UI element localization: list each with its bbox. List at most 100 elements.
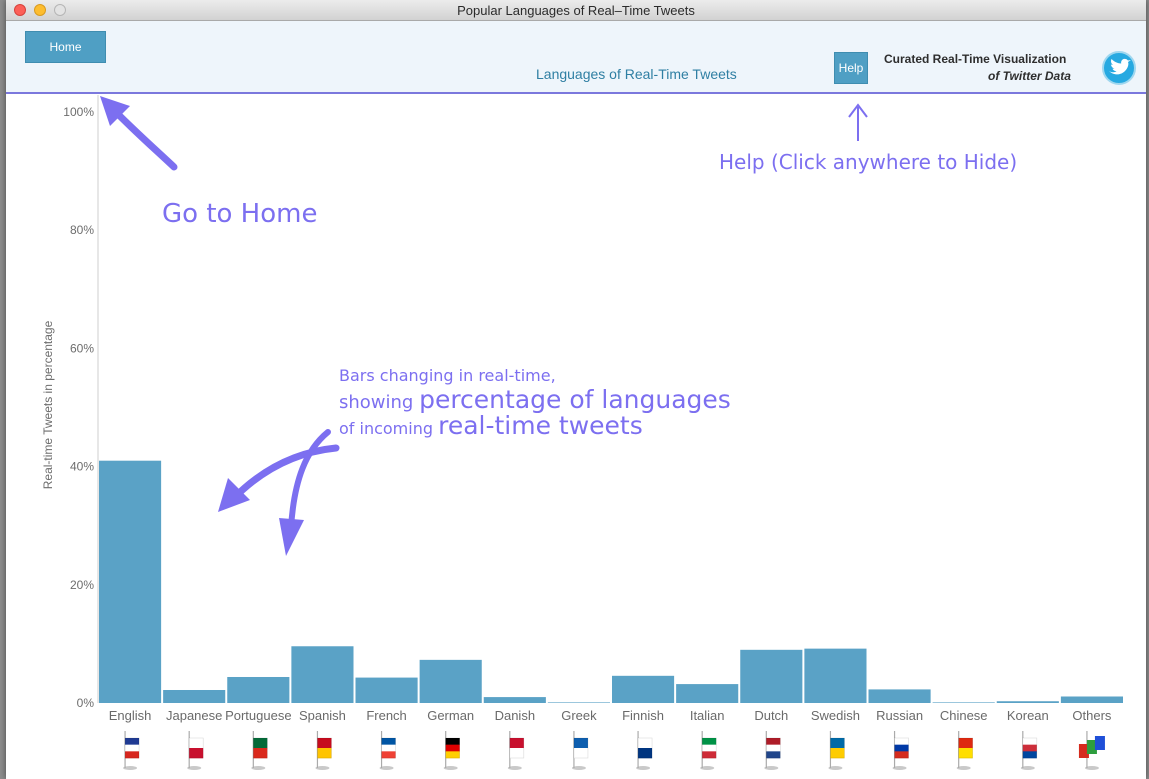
- bar-danish[interactable]: [483, 697, 546, 703]
- flag-stripe: [125, 738, 140, 745]
- bar-russian[interactable]: [868, 689, 931, 703]
- flag-stripe: [317, 748, 332, 759]
- flag-stripe: [958, 748, 973, 759]
- x-tick-label: French: [366, 708, 406, 723]
- bar-french[interactable]: [355, 677, 418, 703]
- germany-flag-icon: [443, 731, 460, 770]
- bar-swedish[interactable]: [804, 648, 867, 703]
- france-flag-icon: [379, 731, 396, 770]
- x-tick-label: Italian: [690, 708, 725, 723]
- flag-stripe: [766, 738, 781, 745]
- flag-stripe: [125, 744, 140, 752]
- flag-stripe: [445, 751, 460, 759]
- bar-chinese[interactable]: [932, 702, 995, 703]
- uk-flag-icon: [123, 731, 140, 770]
- bars-annotation-line2b: percentage of languages: [419, 385, 731, 414]
- x-tick-label: German: [427, 708, 474, 723]
- bars-arrow-left-icon: [228, 444, 340, 504]
- flag-stripe: [638, 748, 653, 759]
- bars-annotation-line2: showing percentage of languages: [339, 385, 731, 414]
- bars-annotation-line2a: showing: [339, 392, 419, 413]
- y-axis: 0% 20% 40% 60% 80% 100%: [63, 105, 94, 710]
- y-tick-label: 100%: [63, 105, 94, 119]
- italy-flag-icon: [700, 731, 717, 770]
- japan-flag-icon: [187, 731, 204, 770]
- y-axis-label: Real-time Tweets in percentage: [41, 320, 55, 489]
- bars-annotation-line3b: real-time tweets: [438, 411, 643, 440]
- flag-stripe: [189, 748, 204, 759]
- x-tick-label: Portuguese: [225, 708, 292, 723]
- bar-portuguese[interactable]: [227, 676, 290, 703]
- flag-stripe: [189, 738, 204, 749]
- y-tick-label: 80%: [70, 223, 94, 237]
- y-tick-label: 20%: [70, 578, 94, 592]
- flag-stripe: [894, 744, 909, 752]
- x-tick-label: Korean: [1007, 708, 1049, 723]
- bar-greek[interactable]: [547, 702, 610, 703]
- flag-stripe: [766, 751, 781, 759]
- chart-area: 0% 20% 40% 60% 80% 100% Real-time Tweets in p…: [41, 95, 1123, 770]
- flag-stripe: [830, 738, 845, 749]
- flag-stripe: [381, 744, 396, 752]
- bars-annotation-line3a: of incoming: [339, 419, 438, 438]
- x-tick-label: English: [109, 708, 152, 723]
- spain-flag-icon: [315, 731, 332, 770]
- x-tick-label: Chinese: [940, 708, 988, 723]
- bars-annotation-line1: Bars changing in real-time,: [339, 366, 556, 385]
- flag-stripe: [317, 738, 332, 749]
- netherlands-flag-icon: [764, 731, 781, 770]
- flag-stripe: [958, 738, 973, 749]
- flag-stripe: [509, 738, 524, 749]
- bars-group: [99, 460, 1123, 703]
- help-annotation-text: Help (Click anywhere to Hide): [719, 150, 1017, 174]
- flag-stripe: [125, 751, 140, 759]
- flag-stripe: [253, 738, 268, 749]
- bar-german[interactable]: [419, 659, 482, 703]
- flag-stripe: [381, 751, 396, 759]
- sweden-flag-icon: [828, 731, 845, 770]
- flag-stripe: [253, 748, 268, 759]
- flag-stripe: [638, 738, 653, 749]
- x-tick-label: Spanish: [299, 708, 346, 723]
- x-tick-label: Russian: [876, 708, 923, 723]
- greece-flag-icon: [571, 731, 589, 770]
- flag-stripe: [445, 744, 460, 752]
- y-tick-label: 0%: [77, 696, 95, 710]
- flag-cloth: [1094, 736, 1105, 750]
- x-tick-label: Japanese: [166, 708, 222, 723]
- portugal-flag-icon: [251, 731, 268, 770]
- flag-stripe: [573, 738, 588, 749]
- x-tick-label: Greek: [561, 708, 597, 723]
- russia-flag-icon: [892, 731, 909, 770]
- bar-english[interactable]: [99, 460, 162, 703]
- x-tick-label: Danish: [495, 708, 535, 723]
- flag-stripe: [445, 738, 460, 745]
- x-tick-label: Others: [1072, 708, 1112, 723]
- korea-flag-icon: [1020, 731, 1038, 770]
- y-tick-label: 60%: [70, 341, 94, 355]
- app-window: Popular Languages of Real–Time Tweets Ho…: [6, 0, 1146, 779]
- bar-dutch[interactable]: [740, 649, 803, 703]
- bar-spanish[interactable]: [291, 646, 354, 703]
- bars-arrowhead-down-icon: [279, 518, 304, 556]
- bar-korean[interactable]: [996, 701, 1059, 703]
- bar-others[interactable]: [1060, 696, 1123, 703]
- flag-stripe: [1022, 744, 1037, 752]
- flags-row: [123, 731, 1105, 770]
- annotation-bars: Bars changing in real-time, showing perc…: [218, 366, 731, 556]
- flag-stripe: [702, 738, 717, 745]
- home-annotation-text: Go to Home: [162, 199, 317, 229]
- x-tick-label: Finnish: [622, 708, 664, 723]
- multiple-flags-icon: [1078, 731, 1105, 770]
- x-tick-label: Swedish: [811, 708, 860, 723]
- x-axis: English Japanese Portuguese Spanish French Ge…: [109, 708, 1112, 723]
- x-tick-label: Dutch: [754, 708, 788, 723]
- bar-finnish[interactable]: [612, 675, 675, 703]
- flag-stripe: [1022, 751, 1037, 759]
- bars-annotation-line3: of incoming real-time tweets: [339, 411, 643, 440]
- flag-stripe: [381, 738, 396, 745]
- bar-japanese[interactable]: [163, 689, 226, 703]
- flag-stripe: [573, 748, 588, 759]
- flag-stripe: [766, 744, 781, 752]
- bar-italian[interactable]: [676, 684, 739, 703]
